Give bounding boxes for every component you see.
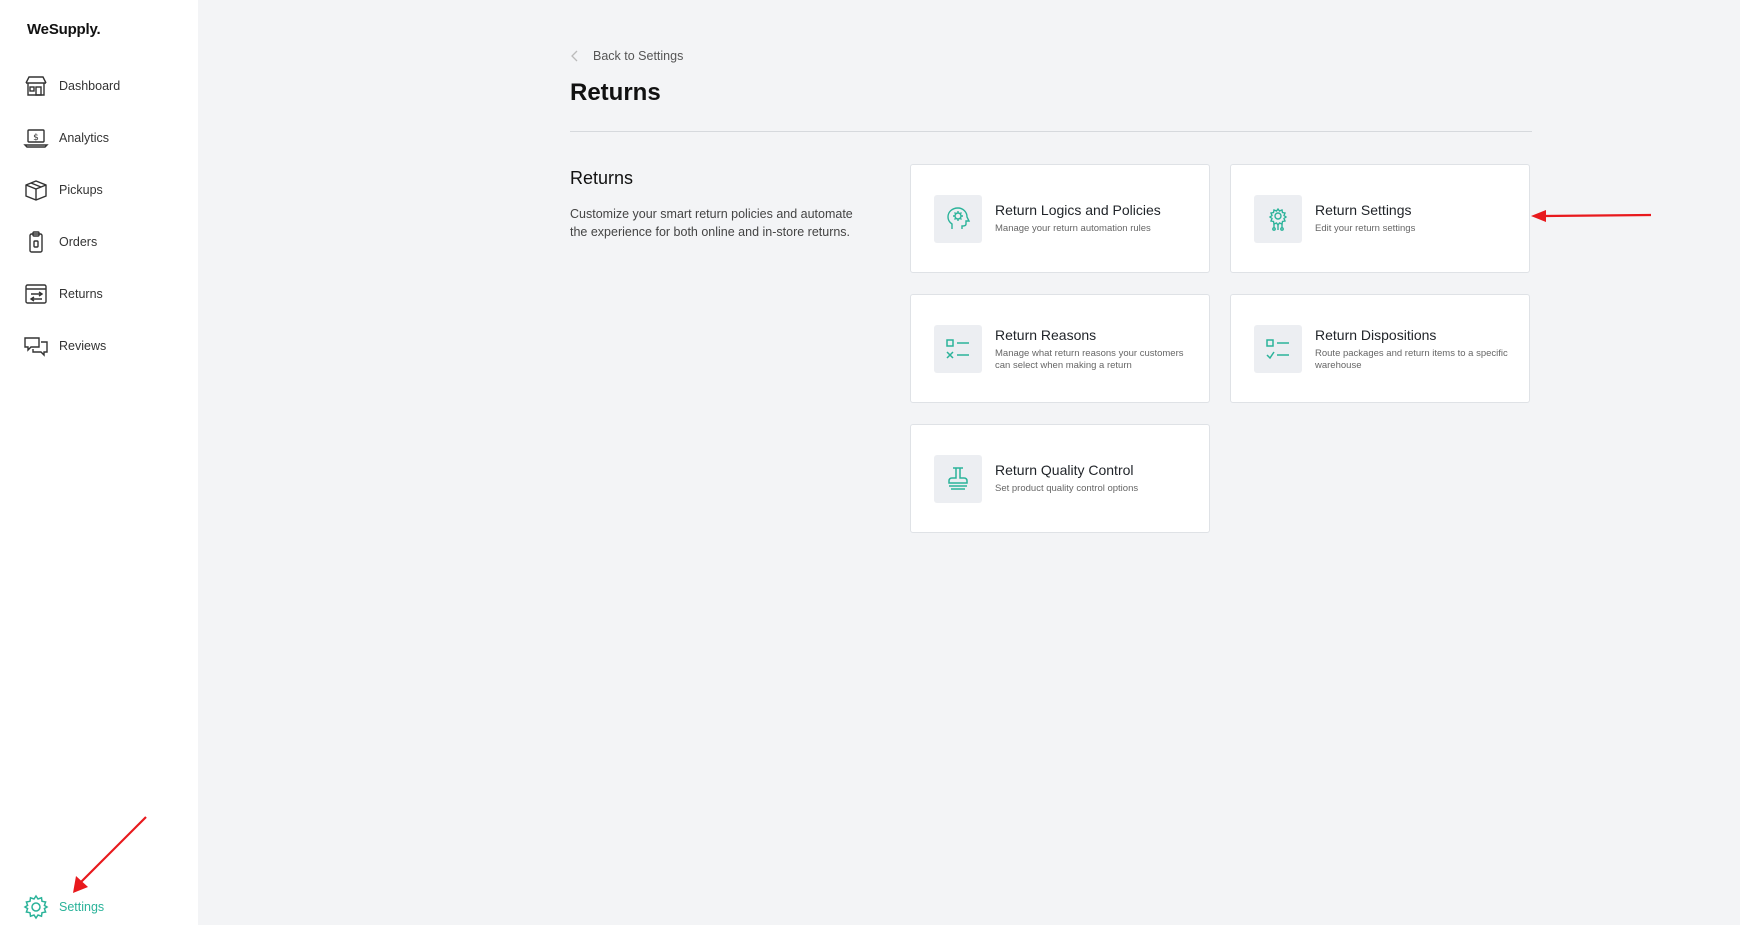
card-description: Edit your return settings xyxy=(1315,223,1416,234)
checklist-x-icon xyxy=(934,325,982,373)
chat-bubbles-icon xyxy=(22,332,50,360)
sidebar-item-pickups[interactable]: Pickups xyxy=(22,173,192,207)
sidebar-item-label: Analytics xyxy=(59,131,110,145)
card-title: Return Dispositions xyxy=(1315,327,1437,343)
sidebar-item-dashboard[interactable]: Dashboard xyxy=(22,69,192,103)
back-to-settings-link[interactable]: Back to Settings xyxy=(570,49,683,63)
page-title: Returns xyxy=(570,79,661,106)
sidebar: WeSupply. Dashboard $ Analytics Pickups … xyxy=(0,0,198,925)
circuit-gear-icon xyxy=(1254,195,1302,243)
package-icon xyxy=(22,176,50,204)
gear-icon xyxy=(22,893,50,921)
sidebar-item-label: Pickups xyxy=(59,183,103,197)
sidebar-item-analytics[interactable]: $ Analytics xyxy=(22,121,192,155)
card-return-logics[interactable]: Return Logics and Policies Manage your r… xyxy=(910,164,1210,273)
card-return-quality-control[interactable]: Return Quality Control Set product quali… xyxy=(910,424,1210,533)
sidebar-item-label: Reviews xyxy=(59,339,107,353)
chevron-left-icon xyxy=(571,50,578,62)
sidebar-item-label: Dashboard xyxy=(59,79,121,93)
card-title: Return Logics and Policies xyxy=(995,202,1161,218)
divider xyxy=(570,131,1532,132)
card-description: Manage your return automation rules xyxy=(995,223,1151,234)
sidebar-item-settings[interactable]: Settings xyxy=(22,890,192,924)
sidebar-item-label: Orders xyxy=(59,235,98,249)
card-description: Route packages and return items to a spe… xyxy=(1315,348,1508,371)
svg-text:$: $ xyxy=(33,133,39,143)
section-description: Customize your smart return policies and… xyxy=(570,207,853,239)
card-return-reasons[interactable]: Return Reasons Manage what return reason… xyxy=(910,294,1210,403)
card-title: Return Quality Control xyxy=(995,462,1134,478)
sidebar-item-returns[interactable]: Returns xyxy=(22,277,192,311)
annotation-arrow-icon xyxy=(1531,210,1652,222)
laptop-dollar-icon: $ xyxy=(22,124,50,152)
back-link-label: Back to Settings xyxy=(593,49,684,63)
card-title: Return Settings xyxy=(1315,202,1412,218)
sidebar-item-reviews[interactable]: Reviews xyxy=(22,329,192,363)
clipboard-icon xyxy=(22,228,50,256)
checklist-check-icon xyxy=(1254,325,1302,373)
card-description: Manage what return reasons your customer… xyxy=(995,348,1184,371)
card-description: Set product quality control options xyxy=(995,483,1139,494)
store-icon xyxy=(22,72,50,100)
card-return-dispositions[interactable]: Return Dispositions Route packages and r… xyxy=(1230,294,1530,403)
card-return-settings[interactable]: Return Settings Edit your return setting… xyxy=(1230,164,1530,273)
brain-gear-icon xyxy=(934,195,982,243)
returns-arrows-icon xyxy=(22,280,50,308)
card-title: Return Reasons xyxy=(995,327,1097,343)
sidebar-item-label: Settings xyxy=(59,900,105,914)
sidebar-item-label: Returns xyxy=(59,287,103,301)
stamp-icon xyxy=(934,455,982,503)
app-logo[interactable]: WeSupply. xyxy=(27,21,101,38)
section-title: Returns xyxy=(570,168,634,188)
sidebar-item-orders[interactable]: Orders xyxy=(22,225,192,259)
